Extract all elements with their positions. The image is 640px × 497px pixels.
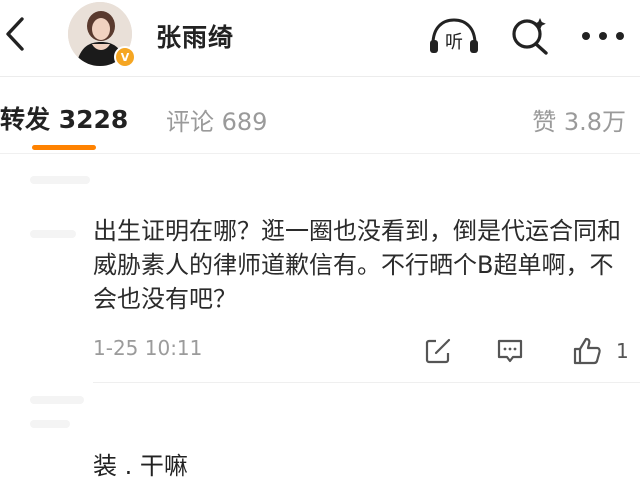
tab-comment[interactable]: 评论 689 [166,102,267,137]
active-tab-indicator [32,145,96,150]
more-button[interactable] [576,14,630,58]
back-button[interactable] [0,12,30,56]
tab-like[interactable]: 赞 3.8万 [532,102,626,137]
share-icon [425,338,451,364]
placeholder-line [30,176,90,184]
tab-bar: 转发 3228 评论 689 赞 3.8万 [0,76,640,154]
placeholder-line [30,396,84,404]
top-bar: V 张雨绮 听 [0,0,640,76]
placeholder-line [30,420,70,428]
next-comment-text: 装 . 干嘛 [93,452,188,480]
repost-comment-button[interactable] [424,334,454,368]
username[interactable]: 张雨绮 [156,18,234,54]
divider [93,382,640,383]
search-button[interactable] [508,14,552,58]
comment-timestamp: 1-25 10:11 [93,336,203,360]
listen-button[interactable]: 听 [426,14,482,58]
avatar[interactable]: V [68,2,136,70]
like-button[interactable]: 1 [572,334,634,368]
more-icon [582,32,624,40]
placeholder-line [30,230,76,238]
thumbs-up-icon [573,337,601,365]
like-count: 1 [616,339,629,363]
reply-button[interactable] [496,334,526,368]
svg-text:听: 听 [445,32,463,53]
tab-repost[interactable]: 转发 3228 [0,100,128,136]
verified-badge: V [114,46,136,68]
search-icon [512,18,548,55]
comment-text: 出生证明在哪？逛一圈也没看到，倒是代运合同和威胁素人的律师道歉信有。不行晒个B超… [93,217,621,313]
comment-icon [497,339,523,363]
back-icon [6,17,24,51]
listen-icon: 听 [430,18,478,53]
